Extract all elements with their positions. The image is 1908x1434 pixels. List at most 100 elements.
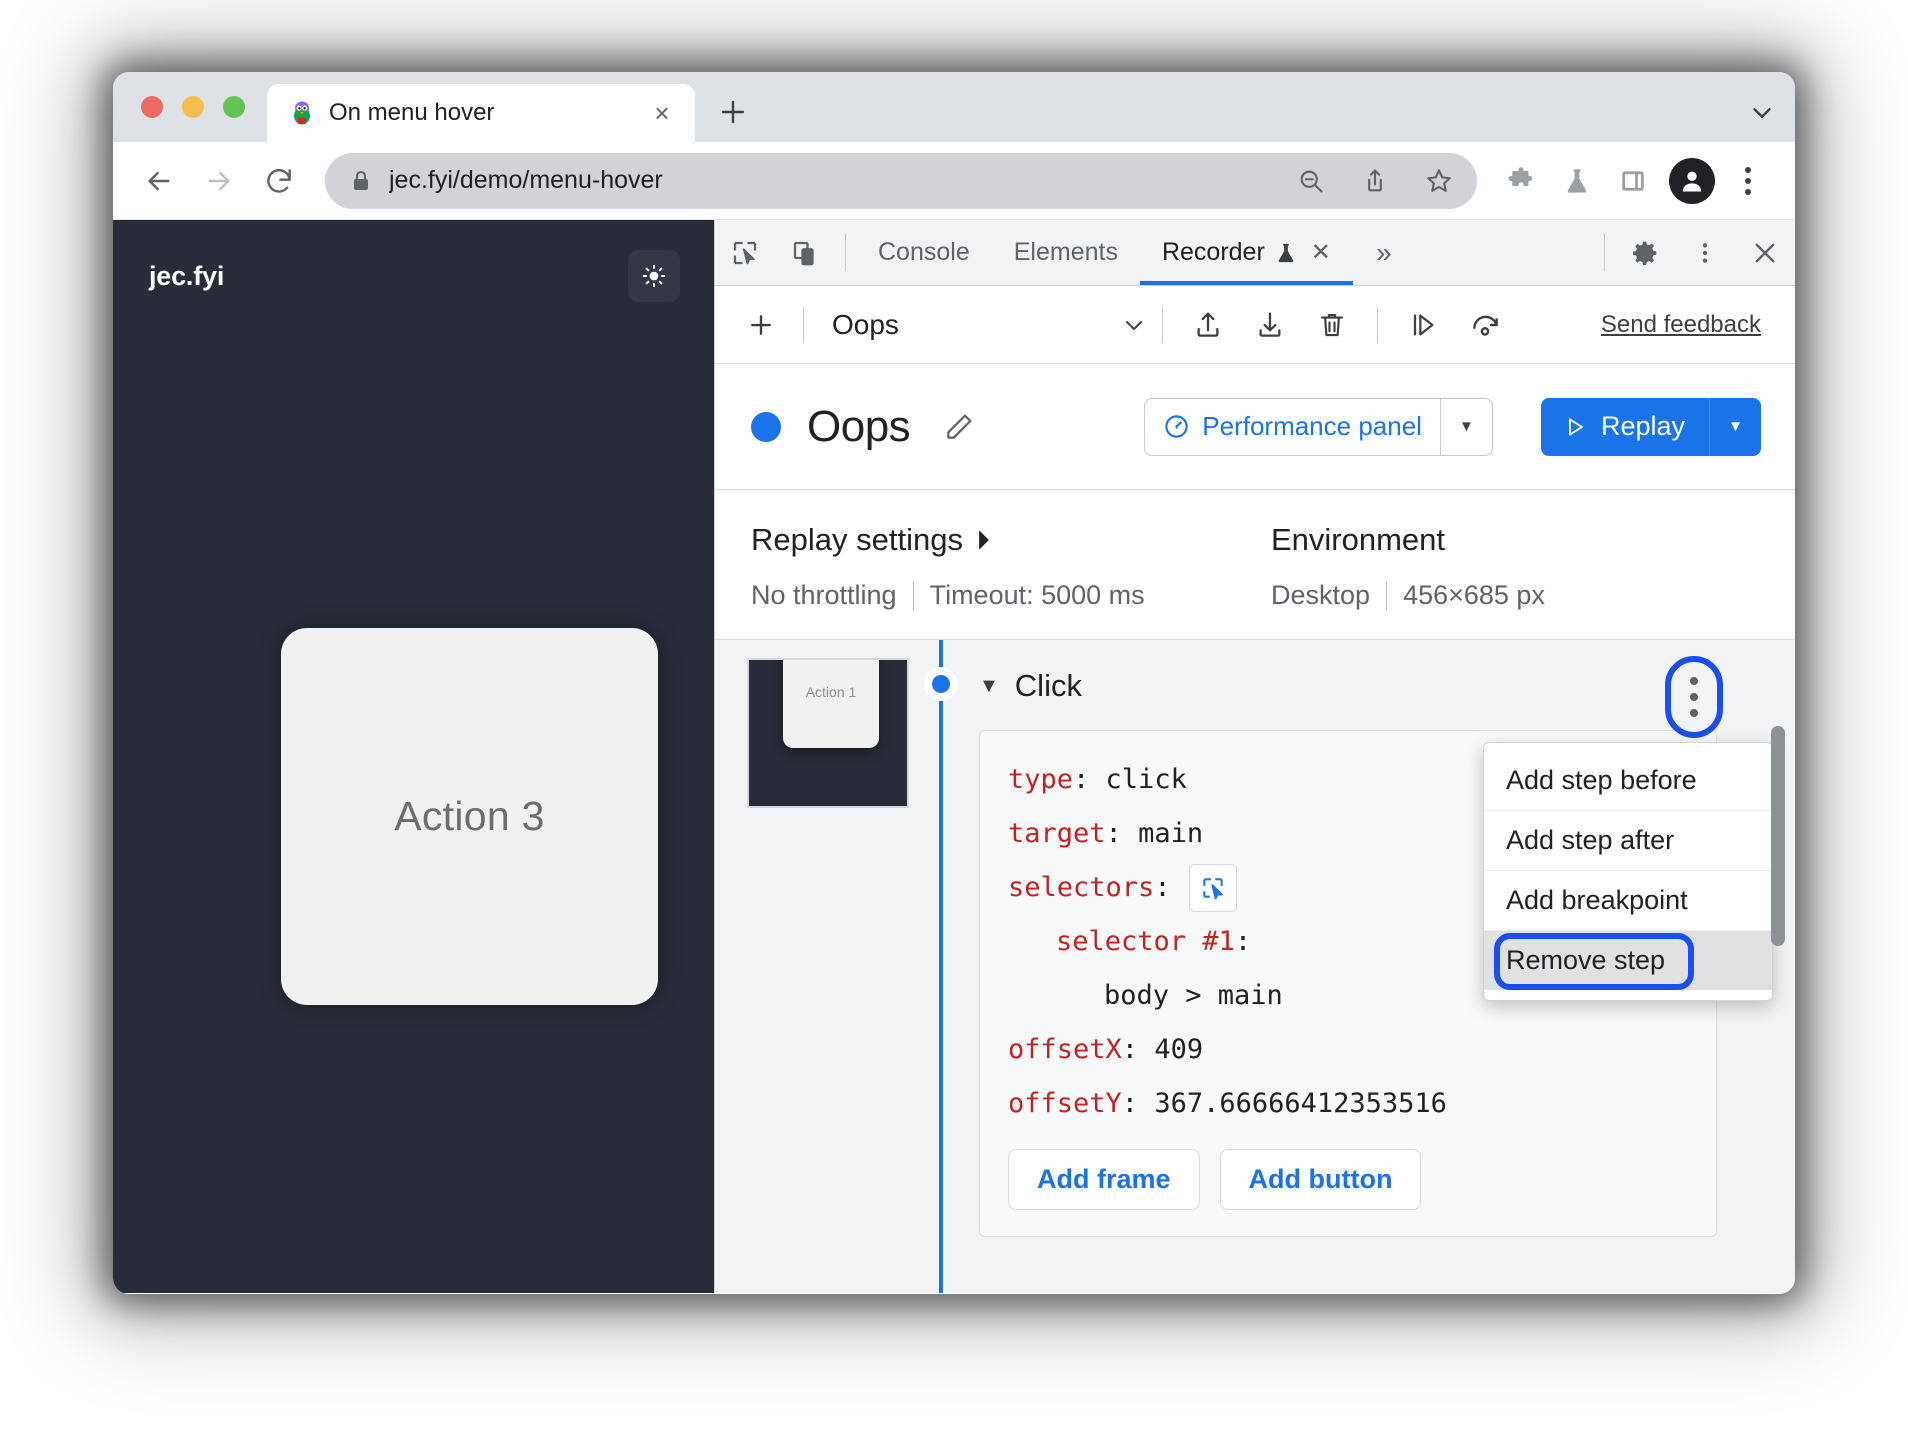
recording-selector[interactable]: Oops <box>818 309 1148 341</box>
back-arrow-icon[interactable] <box>131 153 187 209</box>
chevron-right-icon <box>975 529 993 551</box>
code-value[interactable]: main <box>1138 807 1203 861</box>
maximize-window-button[interactable] <box>223 96 245 118</box>
steps-area: Action 1 ▼ Click type: click target: m… <box>715 640 1795 1293</box>
recording-status-dot <box>751 411 781 442</box>
edit-pencil-icon[interactable] <box>936 404 982 450</box>
add-attribute-buttons: Add frame Add button <box>1008 1149 1688 1210</box>
step-title: Click <box>1014 668 1082 703</box>
performance-gauge-icon <box>1163 413 1190 440</box>
side-panel-icon[interactable] <box>1607 155 1659 207</box>
menu-item-remove-step[interactable]: Remove step <box>1484 931 1772 990</box>
tab-console[interactable]: Console <box>856 220 992 285</box>
tab-recorder-label: Recorder <box>1161 238 1265 266</box>
replay-button-label: Replay <box>1600 411 1685 441</box>
devtools-panel: Console Elements Recorder ✕ » Oops Send … <box>714 220 1795 1293</box>
steps-scrollbar[interactable] <box>1771 726 1785 946</box>
environment-label: Environment <box>1271 522 1446 557</box>
step-over-icon[interactable] <box>1392 297 1454 353</box>
device-toolbar-icon[interactable] <box>775 220 835 285</box>
tab-console-label: Console <box>878 238 970 266</box>
step-context-menu: Add step before Add step after Add break… <box>1483 742 1773 1001</box>
window-traffic-lights <box>113 72 267 142</box>
send-feedback-link[interactable]: Send feedback <box>1601 311 1771 339</box>
bookmark-star-icon[interactable] <box>1415 157 1463 205</box>
export-icon[interactable] <box>1177 297 1239 353</box>
menu-item-label: Remove step <box>1506 945 1666 975</box>
step-thumbnail[interactable]: Action 1 <box>747 658 909 808</box>
step-actions-menu-icon[interactable] <box>1665 656 1723 738</box>
close-recorder-tab-icon[interactable]: ✕ <box>1311 238 1331 267</box>
recorder-toolbar-divider-3 <box>1377 306 1378 343</box>
address-bar-url: jec.fyi/demo/menu-hover <box>389 166 663 194</box>
selector-picker-icon[interactable] <box>1188 864 1237 912</box>
tab-elements[interactable]: Elements <box>992 220 1140 285</box>
close-window-button[interactable] <box>141 96 163 118</box>
menu-item-add-step-before[interactable]: Add step before <box>1484 751 1772 811</box>
import-icon[interactable] <box>1239 297 1301 353</box>
replay-settings-header[interactable]: Replay settings <box>751 522 1271 558</box>
profile-avatar[interactable] <box>1669 157 1715 204</box>
forward-arrow-icon[interactable] <box>191 153 247 209</box>
code-key: offsetX <box>1008 1034 1122 1065</box>
viewport-value: 456×685 px <box>1403 580 1545 610</box>
gear-icon[interactable] <box>1615 220 1675 285</box>
zoom-out-icon[interactable] <box>1287 157 1335 205</box>
devtools-menu-icon[interactable] <box>1675 220 1735 285</box>
share-icon[interactable] <box>1351 157 1399 205</box>
address-bar[interactable]: jec.fyi/demo/menu-hover <box>325 152 1477 209</box>
chrome-menu-icon[interactable] <box>1725 155 1771 207</box>
minimize-window-button[interactable] <box>182 96 204 118</box>
new-tab-button[interactable] <box>707 86 759 138</box>
recording-title-row: Oops Performance panel ▼ Replay ▼ <box>715 364 1795 490</box>
site-header: jec.fyi <box>113 220 714 302</box>
experiment-flask-icon <box>1275 241 1297 265</box>
menu-item-label: Add step after <box>1506 825 1675 855</box>
environment-column: Environment Desktop 456×685 px <box>1271 522 1545 611</box>
create-recording-button[interactable] <box>733 297 789 353</box>
tab-recorder[interactable]: Recorder ✕ <box>1139 220 1353 285</box>
close-icon[interactable]: × <box>645 96 679 130</box>
browser-tab[interactable]: On menu hover × <box>267 84 695 142</box>
inspect-element-icon[interactable] <box>715 220 775 285</box>
code-key: offsetY <box>1008 1088 1122 1119</box>
action-card[interactable]: Action 3 <box>281 628 658 1005</box>
device-value: Desktop <box>1271 580 1371 610</box>
code-value[interactable]: 367.66666412353516 <box>1154 1077 1447 1131</box>
recording-selector-label: Oops <box>832 308 899 340</box>
code-line: offsetY: 367.66666412353516 <box>1008 1077 1688 1131</box>
sun-icon[interactable] <box>628 250 680 302</box>
recorder-toolbar: Oops Send feedback <box>715 286 1795 364</box>
close-devtools-icon[interactable] <box>1735 220 1795 285</box>
toolbar-divider <box>845 234 846 271</box>
delete-icon[interactable] <box>1301 297 1363 353</box>
performance-panel-dropdown-arrow[interactable]: ▼ <box>1439 398 1492 455</box>
performance-panel-button-group: Performance panel ▼ <box>1144 397 1493 456</box>
replay-button[interactable]: Replay <box>1541 398 1709 456</box>
more-tabs-overflow-icon[interactable]: » <box>1353 220 1415 285</box>
menu-item-label: Add step before <box>1506 765 1697 795</box>
reload-icon[interactable] <box>251 153 307 209</box>
code-key: selector #1 <box>1056 926 1235 957</box>
flask-icon[interactable] <box>1551 155 1603 207</box>
code-value[interactable]: 409 <box>1154 1023 1203 1077</box>
tab-search-chevron-down-icon[interactable] <box>1739 84 1795 142</box>
caret-down-icon[interactable]: ▼ <box>979 676 999 696</box>
replay-settings-label: Replay settings <box>751 522 963 557</box>
add-button-button[interactable]: Add button <box>1219 1149 1422 1210</box>
code-value[interactable]: click <box>1106 753 1187 807</box>
step-detail: ▼ Click type: click target: main selecto… <box>943 640 1795 1293</box>
extensions-puzzle-icon[interactable] <box>1495 155 1547 207</box>
menu-item-add-breakpoint[interactable]: Add breakpoint <box>1484 871 1772 931</box>
menu-item-add-step-after[interactable]: Add step after <box>1484 811 1772 871</box>
devtools-tab-bar: Console Elements Recorder ✕ » <box>715 220 1795 286</box>
code-line: offsetX: 409 <box>1008 1023 1688 1077</box>
tab-strip: On menu hover × <box>113 72 1795 142</box>
replay-dropdown-arrow[interactable]: ▼ <box>1709 397 1761 456</box>
browser-window: On menu hover × jec.fyi/demo/menu-hover … <box>113 72 1795 1294</box>
replay-with-timeout-icon[interactable] <box>1454 297 1516 353</box>
performance-panel-button[interactable]: Performance panel <box>1145 399 1440 455</box>
settings-row: Replay settings No throttling Timeout: 5… <box>715 490 1795 640</box>
add-frame-button[interactable]: Add frame <box>1008 1149 1200 1210</box>
code-value[interactable]: body > main <box>1104 969 1283 1023</box>
